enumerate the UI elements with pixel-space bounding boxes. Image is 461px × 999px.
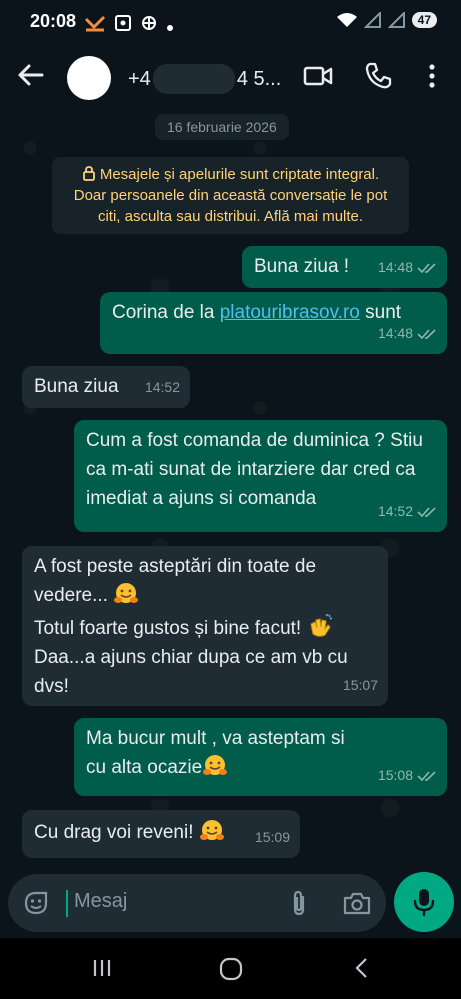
notification-icons — [84, 14, 174, 35]
read-ticks-icon — [417, 506, 436, 517]
message-text: A fost peste asteptări din toate de vede… — [34, 556, 317, 606]
read-ticks-icon — [417, 328, 436, 339]
pinwheel-icon — [141, 16, 156, 30]
hugging-face-icon — [199, 820, 224, 840]
contact-avatar[interactable] — [67, 56, 111, 100]
battery-indicator: 47 — [411, 12, 437, 28]
date-separator: 16 februarie 2026 — [155, 114, 289, 140]
redacted-block — [152, 64, 235, 94]
home-icon[interactable] — [218, 956, 244, 982]
signal-icon — [363, 12, 381, 28]
message-text: Daa...a ajuns chiar dupa ce am vb cu dvs… — [34, 647, 348, 697]
message-line-3: Daa...a ajuns chiar dupa ce am vb cu dvs… — [34, 643, 376, 701]
hugging-face-icon — [203, 755, 228, 775]
wifi-icon — [336, 13, 357, 27]
microphone-icon — [413, 889, 435, 917]
message-outgoing[interactable]: Corina de la platouribrasov.ro sunt 14:4… — [100, 292, 447, 354]
lock-icon — [82, 166, 95, 181]
clapping-hands-icon — [309, 614, 332, 637]
read-ticks-icon — [417, 262, 436, 273]
message-time: 14:48 — [377, 325, 413, 341]
recent-apps-icon[interactable] — [90, 956, 114, 980]
message-time: 15:07 — [342, 677, 378, 693]
voice-call-icon[interactable] — [362, 60, 394, 92]
hugging-face-icon — [114, 583, 139, 603]
message-outgoing[interactable]: Ma bucur mult , va asteptam si cu alta o… — [74, 718, 447, 796]
message-meta: 14:52 — [145, 373, 180, 402]
message-input-container[interactable]: Mesaj — [8, 874, 386, 932]
message-time: 15:08 — [377, 767, 413, 783]
message-meta: 15:08 — [378, 761, 437, 790]
message-text-before: Corina de la — [112, 302, 220, 323]
chat-header: +4 4 5... — [0, 44, 461, 108]
message-text: Totul foarte gustos și bine facut! — [34, 618, 302, 639]
message-time: 15:09 — [254, 829, 290, 845]
message-meta: 15:07 — [343, 671, 378, 700]
system-navigation-bar — [0, 938, 461, 999]
message-outgoing[interactable]: Buna ziua ! 14:48 — [242, 246, 447, 288]
encryption-notice-text: Mesajele și apelurile sunt criptate inte… — [73, 166, 388, 225]
message-time: 14:52 — [144, 379, 180, 395]
system-status: 47 — [336, 12, 437, 28]
more-options-icon[interactable] — [416, 60, 448, 92]
camera-icon[interactable] — [342, 889, 372, 917]
message-time: 14:52 — [377, 503, 413, 519]
screen-capture-icon — [114, 15, 131, 31]
text-caret — [66, 890, 68, 917]
message-text: Buna ziua — [34, 376, 119, 397]
video-call-icon[interactable] — [302, 60, 334, 92]
encryption-notice[interactable]: Mesajele și apelurile sunt criptate inte… — [52, 157, 409, 234]
message-composer: Mesaj — [0, 870, 461, 938]
status-time: 20:08 — [30, 11, 77, 31]
message-link[interactable]: platouribrasov.ro — [220, 302, 360, 323]
message-incoming[interactable]: A fost peste asteptări din toate de vede… — [22, 546, 388, 706]
sticker-icon[interactable] — [22, 889, 50, 917]
message-text: Buna ziua ! — [254, 256, 350, 277]
missed-call-icon — [84, 15, 106, 32]
contact-name[interactable]: +4 4 5... — [128, 64, 281, 94]
back-nav-icon[interactable] — [350, 956, 374, 980]
dot-icon — [166, 25, 173, 31]
message-text: Cu drag voi reveni! — [34, 822, 194, 843]
message-outgoing[interactable]: Cum a fost comanda de duminica ? Stiu ca… — [74, 420, 447, 532]
message-line-1: A fost peste asteptări din toate de vede… — [34, 552, 376, 610]
chat-area[interactable]: 16 februarie 2026 Mesajele și apelurile … — [0, 108, 461, 870]
contact-prefix: +4 — [128, 67, 151, 90]
message-meta: 15:09 — [255, 823, 290, 852]
attach-icon[interactable] — [285, 889, 313, 917]
message-text: Cum a fost comanda de duminica ? Stiu ca… — [86, 430, 423, 509]
signal-icon-2 — [387, 12, 405, 28]
contact-suffix: 4 5... — [236, 67, 282, 90]
back-arrow-icon[interactable] — [14, 58, 48, 92]
message-time: 14:48 — [377, 259, 413, 275]
message-incoming[interactable]: Cu drag voi reveni! 15:09 — [22, 810, 300, 858]
message-input[interactable]: Mesaj — [74, 890, 127, 913]
read-ticks-icon — [417, 770, 436, 781]
message-meta: 14:48 — [378, 253, 437, 282]
message-incoming[interactable]: Buna ziua 14:52 — [22, 366, 190, 408]
message-meta: 14:48 — [378, 319, 437, 348]
status-bar: 20:08 47 — [0, 0, 461, 44]
voice-message-button[interactable] — [394, 872, 454, 932]
message-meta: 14:52 — [378, 497, 437, 526]
message-line-2: Totul foarte gustos și bine facut! — [34, 614, 376, 643]
